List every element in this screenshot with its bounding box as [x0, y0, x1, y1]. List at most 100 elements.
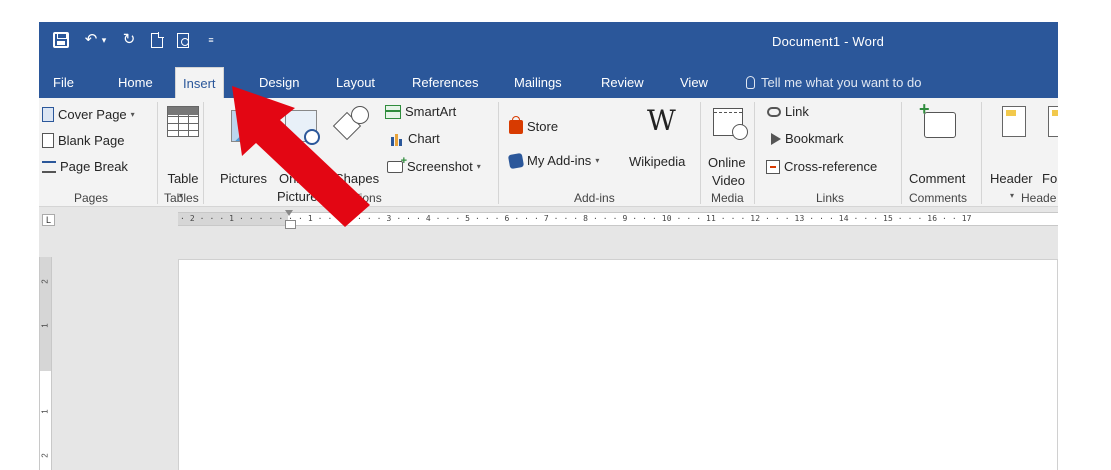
header-label[interactable]: Header	[990, 170, 1033, 187]
tab-references[interactable]: References	[412, 75, 478, 90]
horizontal-ruler[interactable]: · 2 · · · 1 · · · · · · · 1 · · · 2 · · …	[178, 210, 1058, 229]
bookmark-button[interactable]: Bookmark	[771, 131, 844, 146]
indent-marker-icon[interactable]	[285, 210, 296, 229]
vertical-ruler-tick: 1	[40, 409, 50, 414]
tab-layout[interactable]: Layout	[336, 75, 375, 90]
online-pictures-label-1[interactable]: Online	[279, 170, 317, 187]
screenshot-button[interactable]: Screenshot ▾	[387, 155, 481, 174]
group-separator	[700, 102, 701, 204]
tab-file[interactable]: File	[53, 75, 74, 90]
comment-label[interactable]: Comment	[909, 170, 965, 187]
tab-review[interactable]: Review	[601, 75, 644, 90]
comment-icon[interactable]	[919, 99, 956, 138]
tab-mailings[interactable]: Mailings	[514, 75, 562, 90]
page-break-button[interactable]: Page Break	[42, 159, 128, 174]
group-separator	[754, 102, 755, 204]
table-icon[interactable]	[167, 106, 199, 137]
tell-me-text: Tell me what you want to do	[761, 75, 922, 90]
chart-label: Chart	[408, 131, 440, 146]
ruler-bar: L · 2 · · · 1 · · · · · · · 1 · · · 2 · …	[39, 208, 1058, 230]
group-label-links: Links	[816, 191, 845, 205]
cover-page-dropdown-icon: ▾	[130, 110, 135, 119]
cross-reference-button[interactable]: Cross-reference	[766, 159, 877, 174]
ribbon-insert: Cover Page ▾ Blank Page Page Break Pages…	[39, 98, 1058, 207]
online-video-icon[interactable]	[713, 108, 748, 140]
tab-insert[interactable]: Insert	[175, 67, 224, 98]
smartart-icon	[385, 104, 401, 119]
footer-icon[interactable]	[1048, 106, 1058, 137]
group-separator	[203, 102, 204, 204]
group-separator	[901, 102, 902, 204]
my-addins-dropdown-icon: ▾	[595, 156, 600, 165]
group-label-illustrations: Illustrations	[321, 191, 382, 205]
page-break-icon	[42, 160, 56, 173]
store-button[interactable]: Store	[509, 115, 558, 134]
group-label-header-footer: Heade	[1021, 191, 1057, 205]
header-dropdown-icon[interactable]: ▾	[1010, 187, 1014, 204]
group-label-comments: Comments	[909, 191, 968, 205]
cross-reference-icon	[766, 159, 780, 174]
online-video-label-2[interactable]: Video	[712, 172, 745, 189]
tab-home[interactable]: Home	[118, 75, 153, 90]
table-button-label[interactable]: Table	[167, 170, 199, 187]
group-separator	[498, 102, 499, 204]
tell-me-search[interactable]: Tell me what you want to do	[746, 75, 921, 90]
screenshot-dropdown-icon: ▾	[476, 162, 481, 171]
pictures-label[interactable]: Pictures	[220, 170, 267, 187]
vertical-ruler-tick: 2	[40, 279, 50, 284]
page-break-label: Page Break	[60, 159, 128, 174]
customize-toolbar-icon[interactable]: ≡	[203, 32, 219, 48]
vertical-ruler-tick: 1	[40, 323, 50, 328]
my-addins-button[interactable]: My Add-ins ▾	[507, 152, 600, 169]
pictures-icon[interactable]	[231, 110, 263, 142]
print-preview-icon[interactable]	[177, 32, 189, 48]
screenshot-label: Screenshot	[407, 159, 473, 174]
blank-page-button[interactable]: Blank Page	[42, 133, 125, 148]
bookmark-icon	[771, 132, 781, 145]
undo-icon[interactable]: ↶	[83, 32, 99, 48]
online-pictures-icon[interactable]	[285, 110, 320, 145]
ribbon-tabs: File Home Insert Design Layout Reference…	[39, 64, 1058, 98]
link-icon	[767, 106, 781, 117]
undo-dropdown-icon[interactable]: ▾	[101, 32, 107, 48]
online-pictures-label-2[interactable]: Pictures	[277, 188, 324, 205]
group-separator	[157, 102, 158, 204]
blank-page-label: Blank Page	[58, 133, 125, 148]
link-label: Link	[785, 104, 809, 119]
smartart-button[interactable]: SmartArt	[385, 104, 456, 119]
chart-button[interactable]: Chart	[390, 131, 440, 146]
tab-selector[interactable]: L	[42, 214, 55, 226]
store-icon	[509, 115, 523, 134]
group-label-media: Media	[711, 191, 744, 205]
bookmark-label: Bookmark	[785, 131, 844, 146]
document-page[interactable]	[178, 259, 1058, 470]
chart-icon	[390, 131, 404, 146]
title-bar: ↶ ▾ ↻ ≡ Document1 - Word	[39, 22, 1058, 64]
smartart-label: SmartArt	[405, 104, 457, 119]
footer-label[interactable]: Fo	[1042, 170, 1057, 187]
shapes-label[interactable]: Shapes	[335, 170, 379, 187]
screenshot-icon	[387, 155, 407, 173]
group-label-addins: Add-ins	[574, 191, 615, 205]
new-document-icon[interactable]	[151, 31, 164, 48]
window-title: Document1 - Word	[772, 34, 885, 49]
tab-view[interactable]: View	[680, 75, 708, 90]
vertical-ruler-margin	[40, 257, 51, 371]
vertical-ruler-tick: 2	[40, 453, 50, 458]
vertical-ruler[interactable]: 2 1 1 2	[39, 257, 52, 470]
blank-page-icon	[42, 133, 54, 148]
save-icon[interactable]	[53, 32, 69, 48]
wikipedia-label[interactable]: Wikipedia	[629, 153, 685, 170]
group-label-pages: Pages	[74, 191, 109, 205]
shapes-icon[interactable]	[337, 106, 369, 138]
header-icon[interactable]	[1002, 106, 1026, 137]
cross-reference-label: Cross-reference	[784, 159, 878, 174]
wikipedia-icon[interactable]: W	[647, 104, 676, 137]
online-video-label-1[interactable]: Online	[708, 154, 746, 171]
cover-page-button[interactable]: Cover Page ▾	[42, 107, 135, 122]
tab-design[interactable]: Design	[259, 75, 299, 90]
cover-page-label: Cover Page	[58, 107, 127, 122]
redo-icon[interactable]: ↻	[121, 32, 137, 48]
my-addins-icon	[507, 152, 525, 169]
link-button[interactable]: Link	[767, 104, 809, 119]
